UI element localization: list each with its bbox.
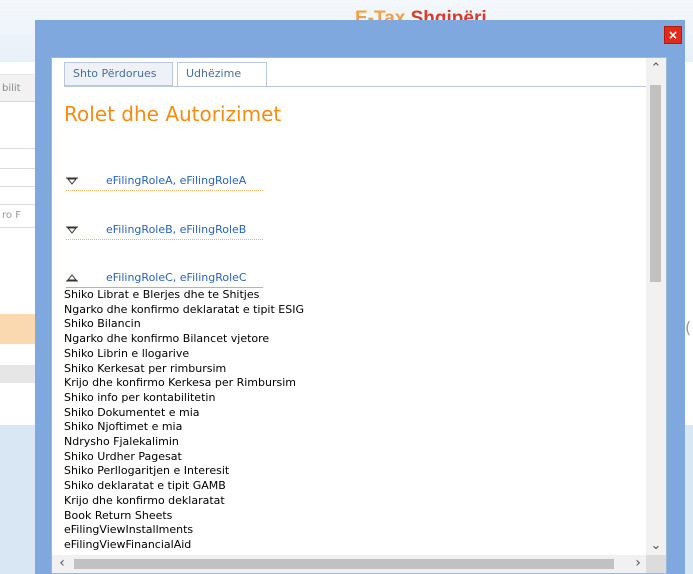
background-input: ro F	[0, 204, 36, 228]
background-tab: bilit	[0, 74, 36, 102]
permission-item: Shiko Kerkesat per rimbursim	[64, 361, 227, 375]
vertical-scrollbar[interactable]: ⌃ ⌄	[646, 58, 666, 557]
tab-instructions[interactable]: Udhëzime	[177, 62, 267, 87]
tab-divider	[64, 86, 646, 87]
role-toggle-b[interactable]: eFilingRoleB, eFilingRoleB	[66, 222, 263, 240]
permission-item: eFilingViewInstallments	[64, 523, 194, 537]
background-grey-bar	[0, 365, 36, 383]
permission-item: Book Return Sheets	[64, 508, 173, 522]
collapse-up-icon	[66, 274, 78, 282]
site-logo: E-Tax Shqipëri	[355, 8, 487, 20]
permission-item: Shiko Perllogaritjen e Interesit	[64, 464, 230, 478]
horizontal-scroll-thumb[interactable]	[74, 559, 614, 569]
permission-item: Krijo dhe konfirmo deklaratat	[64, 493, 225, 507]
roles-dialog: × Shto Përdorues Udhëzime Rolet dhe Auto…	[35, 20, 685, 574]
permission-item: Shiko Librin e llogarive	[64, 346, 190, 360]
role-toggle-a[interactable]: eFilingRoleA, eFilingRoleA	[66, 173, 263, 191]
scroll-right-icon[interactable]: ›	[631, 556, 645, 570]
expand-down-icon	[66, 177, 78, 185]
background-blue-band	[0, 425, 36, 574]
role-label: eFilingRoleB, eFilingRoleB	[106, 223, 247, 236]
close-button[interactable]: ×	[664, 26, 682, 44]
permission-item: Shiko Urdher Pagesat	[64, 449, 182, 463]
scroll-up-icon[interactable]: ⌃	[649, 62, 663, 76]
permission-item: eFilingViewFinancialAid	[64, 537, 192, 551]
scrollbar-corner	[646, 555, 666, 573]
scroll-down-icon[interactable]: ⌄	[649, 539, 663, 553]
expand-down-icon	[66, 226, 78, 234]
scroll-left-icon[interactable]: ‹	[55, 556, 69, 570]
background-input-text: ro F	[2, 210, 21, 221]
permission-item: Shiko deklaratat e tipit GAMB	[64, 479, 226, 493]
role-label: eFilingRoleC, eFilingRoleC	[106, 271, 247, 284]
background-divider	[0, 148, 36, 149]
permission-item: Ndrysho Fjalekalimin	[64, 435, 179, 449]
vertical-scroll-thumb[interactable]	[650, 85, 661, 282]
permission-item: Ngarko dhe konfirmo Bilancet vjetore	[64, 332, 270, 346]
permission-item: Shiko Bilancin	[64, 317, 141, 331]
background-divider	[0, 186, 36, 187]
role-label: eFilingRoleA, eFilingRoleA	[106, 174, 247, 187]
permission-item: Shiko Dokumentet e mia	[64, 405, 200, 419]
page-title: Rolet dhe Autorizimet	[64, 102, 282, 126]
dialog-content: Shto Përdorues Udhëzime Rolet dhe Autori…	[51, 57, 667, 574]
horizontal-scrollbar[interactable]: ‹ ›	[52, 555, 648, 573]
background-orange-bar	[0, 314, 36, 344]
background-divider	[0, 168, 36, 169]
permission-item: Shiko info per kontabilitetin	[64, 390, 216, 404]
background-tab-label: bilit	[2, 83, 21, 94]
permission-item: Shiko Librat e Blerjes dhe te Shitjes	[64, 288, 260, 301]
role-toggle-c[interactable]: eFilingRoleC, eFilingRoleC	[66, 270, 263, 288]
permission-item: Krijo dhe konfirmo Kerkesa per Rimbursim	[64, 376, 297, 390]
permission-item: Shiko Njoftimet e mia	[64, 420, 183, 434]
background-right-text: (	[685, 318, 692, 337]
permission-list: Shiko Librat e Blerjes dhe te Shitjes Ng…	[64, 288, 304, 553]
tab-add-user[interactable]: Shto Përdorues	[64, 62, 173, 86]
permission-item: Ngarko dhe konfirmo deklaratat e tipit E…	[64, 302, 305, 316]
